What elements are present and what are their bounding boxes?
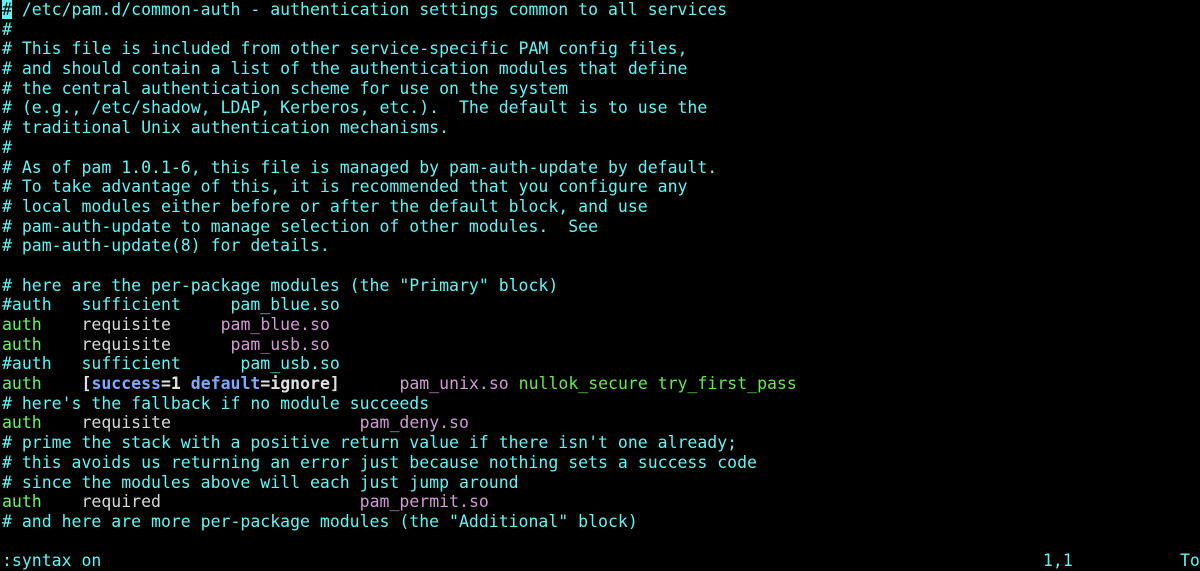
pam-control: required — [81, 492, 161, 512]
comment-text: # here are the per-package modules (the … — [2, 275, 559, 295]
comment-text: # pam-auth-update to manage selection of… — [2, 216, 599, 236]
buffer-line[interactable]: #auth sufficient pam_usb.so — [2, 354, 1200, 374]
control-key: default — [190, 374, 261, 394]
cursor-ruler: 1,1 — [1043, 551, 1073, 570]
comment-text: # this avoids us returning an error just… — [2, 452, 757, 472]
buffer-line[interactable]: auth requisite pam_blue.so — [2, 315, 1200, 335]
buffer-line[interactable]: # This file is included from other servi… — [2, 39, 1200, 59]
comment-text: # prime the stack with a positive return… — [2, 433, 738, 453]
control-equals: = — [160, 374, 171, 394]
comment-text: # local modules either before or after t… — [2, 196, 648, 216]
buffer-line[interactable]: # prime the stack with a positive return… — [2, 433, 1200, 453]
comment-text: # To take advantage of this, it is recom… — [2, 177, 688, 197]
buffer-line[interactable]: # As of pam 1.0.1-6, this file is manage… — [2, 158, 1200, 178]
pam-type: auth — [2, 315, 42, 334]
buffer-line[interactable]: auth required pam_permit.so — [2, 492, 1200, 512]
pam-module: pam_blue.so — [220, 315, 330, 334]
bracket-close: ] — [329, 374, 340, 394]
buffer-line[interactable]: auth [success=1 default=ignore] pam_unix… — [2, 374, 1200, 394]
pam-type: auth — [2, 334, 42, 354]
vim-command-line: :syntax on 1,1 To — [0, 551, 1200, 571]
comment-text: # This file is included from other servi… — [2, 39, 688, 59]
buffer-line[interactable]: auth requisite pam_usb.so — [2, 335, 1200, 355]
buffer-line[interactable]: auth requisite pam_deny.so — [2, 413, 1200, 433]
buffer-line[interactable]: # this avoids us returning an error just… — [2, 453, 1200, 473]
buffer-line[interactable]: # and here are more per-package modules … — [2, 512, 1200, 532]
comment-text: # (e.g., /etc/shadow, LDAP, Kerberos, et… — [2, 98, 708, 118]
buffer-line[interactable]: # here are the per-package modules (the … — [2, 276, 1200, 296]
buffer-line[interactable]: # traditional Unix authentication mechan… — [2, 118, 1200, 138]
comment-text: # — [2, 19, 12, 39]
buffer-line[interactable]: # /etc/pam.d/common-auth - authenticatio… — [2, 0, 1200, 20]
control-value: ignore — [270, 374, 330, 394]
comment-text: /etc/pam.d/common-auth - authentication … — [11, 0, 728, 19]
buffer-line[interactable]: # here's the fallback if no module succe… — [2, 394, 1200, 414]
comment-text: # — [2, 137, 12, 157]
comment-text: # since the modules above will each just… — [2, 472, 519, 492]
control-value: 1 — [170, 374, 181, 394]
pam-control: requisite — [81, 334, 171, 354]
terminal-window[interactable]: # /etc/pam.d/common-auth - authenticatio… — [0, 0, 1200, 571]
pam-module: pam_unix.so — [399, 374, 509, 394]
control-key: success — [91, 374, 161, 394]
command-text: :syntax on — [2, 551, 102, 570]
comment-text: # As of pam 1.0.1-6, this file is manage… — [2, 157, 718, 177]
pam-control: requisite — [81, 413, 171, 433]
pam-type: auth — [2, 374, 42, 394]
comment-text: # traditional Unix authentication mechan… — [2, 118, 450, 138]
buffer-line[interactable]: # and should contain a list of the authe… — [2, 59, 1200, 79]
pam-args: nullok_secure try_first_pass — [508, 374, 797, 394]
buffer-line[interactable]: #auth sufficient pam_blue.so — [2, 295, 1200, 315]
pam-type: auth — [2, 413, 42, 433]
buffer-line[interactable]: # — [2, 20, 1200, 40]
comment-text: # and should contain a list of the authe… — [2, 59, 688, 79]
buffer-line[interactable]: # the central authentication scheme for … — [2, 79, 1200, 99]
comment-text: #auth sufficient pam_usb.so — [2, 354, 340, 374]
buffer-line[interactable]: # To take advantage of this, it is recom… — [2, 177, 1200, 197]
text-cursor: # — [2, 0, 12, 19]
comment-text: # and here are more per-package modules … — [2, 511, 638, 531]
bracket-open: [ — [81, 374, 92, 394]
buffer-line[interactable]: # — [2, 138, 1200, 158]
buffer-line[interactable]: # local modules either before or after t… — [2, 197, 1200, 217]
buffer-line[interactable]: # pam-auth-update(8) for details. — [2, 236, 1200, 256]
vim-editor-buffer[interactable]: # /etc/pam.d/common-auth - authenticatio… — [2, 0, 1200, 550]
pam-type: auth — [2, 492, 42, 512]
buffer-line[interactable]: # pam-auth-update to manage selection of… — [2, 217, 1200, 237]
pam-module: pam_deny.so — [359, 413, 469, 433]
buffer-line[interactable]: # (e.g., /etc/shadow, LDAP, Kerberos, et… — [2, 98, 1200, 118]
control-equals: = — [260, 374, 271, 394]
comment-text: # the central authentication scheme for … — [2, 78, 569, 98]
buffer-line[interactable] — [2, 256, 1200, 276]
pam-module: pam_permit.so — [359, 492, 489, 512]
comment-text: # pam-auth-update(8) for details. — [2, 236, 330, 256]
buffer-line[interactable]: # since the modules above will each just… — [2, 473, 1200, 493]
comment-text: #auth sufficient pam_blue.so — [2, 295, 340, 315]
scroll-position: To — [1180, 551, 1200, 570]
comment-text: # here's the fallback if no module succe… — [2, 393, 430, 413]
pam-module: pam_usb.so — [230, 334, 330, 354]
pam-control: requisite — [81, 315, 171, 334]
